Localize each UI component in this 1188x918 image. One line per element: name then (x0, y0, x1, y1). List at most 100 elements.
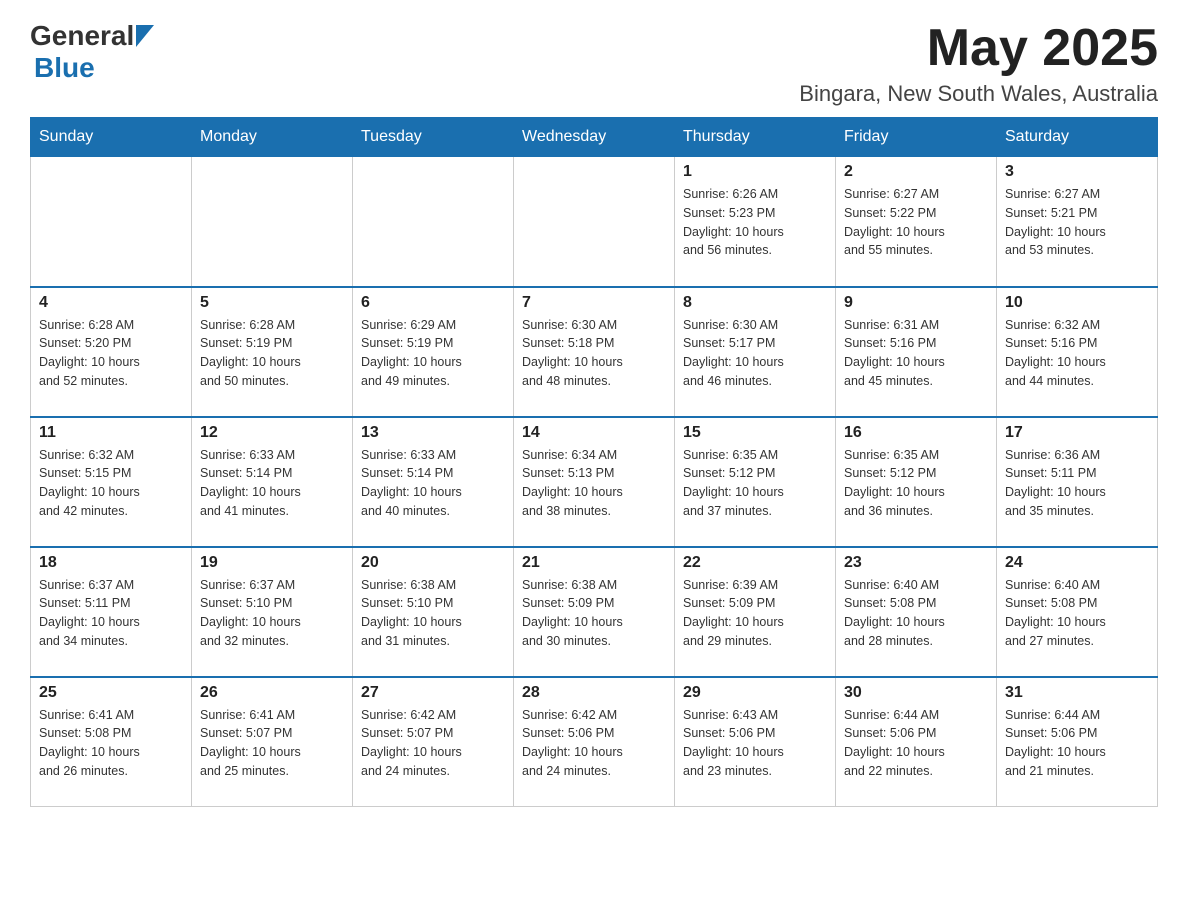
day-info: Sunrise: 6:38 AMSunset: 5:10 PMDaylight:… (361, 576, 505, 651)
day-info: Sunrise: 6:42 AMSunset: 5:06 PMDaylight:… (522, 706, 666, 781)
day-info: Sunrise: 6:36 AMSunset: 5:11 PMDaylight:… (1005, 446, 1149, 521)
calendar-day-cell (514, 157, 675, 287)
calendar-week-row: 4 Sunrise: 6:28 AMSunset: 5:20 PMDaylight… (31, 287, 1158, 417)
calendar-day-header: Tuesday (353, 118, 514, 157)
day-number: 17 (1005, 424, 1149, 442)
calendar-header-row: SundayMondayTuesdayWednesdayThursdayFrid… (31, 118, 1158, 157)
calendar-day-cell: 9 Sunrise: 6:31 AMSunset: 5:16 PMDaylight… (836, 287, 997, 417)
calendar-day-cell: 5 Sunrise: 6:28 AMSunset: 5:19 PMDaylight… (192, 287, 353, 417)
day-info: Sunrise: 6:39 AMSunset: 5:09 PMDaylight:… (683, 576, 827, 651)
day-info: Sunrise: 6:44 AMSunset: 5:06 PMDaylight:… (844, 706, 988, 781)
day-number: 2 (844, 163, 988, 181)
day-number: 9 (844, 294, 988, 312)
day-number: 13 (361, 424, 505, 442)
calendar-day-header: Sunday (31, 118, 192, 157)
day-number: 16 (844, 424, 988, 442)
calendar-day-header: Saturday (997, 118, 1158, 157)
day-info: Sunrise: 6:26 AMSunset: 5:23 PMDaylight:… (683, 185, 827, 260)
calendar-day-cell: 10 Sunrise: 6:32 AMSunset: 5:16 PMDayligh… (997, 287, 1158, 417)
calendar-day-cell: 17 Sunrise: 6:36 AMSunset: 5:11 PMDayligh… (997, 417, 1158, 547)
calendar-day-cell: 7Sunrise: 6:30 AMSunset: 5:18 PMDaylight… (514, 287, 675, 417)
calendar-day-cell: 18 Sunrise: 6:37 AMSunset: 5:11 PMDayligh… (31, 547, 192, 677)
calendar-day-cell: 28 Sunrise: 6:42 AMSunset: 5:06 PMDayligh… (514, 677, 675, 807)
day-number: 14 (522, 424, 666, 442)
day-number: 5 (200, 294, 344, 312)
day-number: 21 (522, 554, 666, 572)
calendar-day-cell (192, 157, 353, 287)
day-info: Sunrise: 6:33 AMSunset: 5:14 PMDaylight:… (361, 446, 505, 521)
calendar-day-cell: 16 Sunrise: 6:35 AMSunset: 5:12 PMDayligh… (836, 417, 997, 547)
day-info: Sunrise: 6:33 AMSunset: 5:14 PMDaylight:… (200, 446, 344, 521)
day-number: 23 (844, 554, 988, 572)
day-number: 8 (683, 294, 827, 312)
calendar-day-cell: 8Sunrise: 6:30 AMSunset: 5:17 PMDaylight… (675, 287, 836, 417)
month-year-title: May 2025 (799, 20, 1158, 77)
calendar-day-cell: 27Sunrise: 6:42 AMSunset: 5:07 PMDayligh… (353, 677, 514, 807)
day-number: 18 (39, 554, 183, 572)
calendar-week-row: 1 Sunrise: 6:26 AMSunset: 5:23 PMDaylight… (31, 157, 1158, 287)
calendar-day-cell: 14 Sunrise: 6:34 AMSunset: 5:13 PMDayligh… (514, 417, 675, 547)
day-number: 1 (683, 163, 827, 181)
day-number: 15 (683, 424, 827, 442)
day-number: 3 (1005, 163, 1149, 181)
calendar-day-cell: 1 Sunrise: 6:26 AMSunset: 5:23 PMDaylight… (675, 157, 836, 287)
day-number: 31 (1005, 684, 1149, 702)
day-info: Sunrise: 6:41 AMSunset: 5:08 PMDaylight:… (39, 706, 183, 781)
logo-blue-text: Blue (34, 52, 95, 83)
logo-general-text: General (30, 20, 134, 52)
calendar-day-cell: 6Sunrise: 6:29 AMSunset: 5:19 PMDaylight… (353, 287, 514, 417)
calendar-week-row: 18 Sunrise: 6:37 AMSunset: 5:11 PMDayligh… (31, 547, 1158, 677)
day-info: Sunrise: 6:44 AMSunset: 5:06 PMDaylight:… (1005, 706, 1149, 781)
day-number: 4 (39, 294, 183, 312)
calendar-day-cell: 24 Sunrise: 6:40 AMSunset: 5:08 PMDayligh… (997, 547, 1158, 677)
calendar-day-cell: 31 Sunrise: 6:44 AMSunset: 5:06 PMDayligh… (997, 677, 1158, 807)
day-info: Sunrise: 6:37 AMSunset: 5:10 PMDaylight:… (200, 576, 344, 651)
day-info: Sunrise: 6:35 AMSunset: 5:12 PMDaylight:… (844, 446, 988, 521)
page-header: General Blue May 2025 Bingara, New South… (30, 20, 1158, 107)
day-number: 30 (844, 684, 988, 702)
day-number: 24 (1005, 554, 1149, 572)
day-number: 22 (683, 554, 827, 572)
day-info: Sunrise: 6:40 AMSunset: 5:08 PMDaylight:… (1005, 576, 1149, 651)
day-info: Sunrise: 6:32 AMSunset: 5:15 PMDaylight:… (39, 446, 183, 521)
calendar-week-row: 11Sunrise: 6:32 AMSunset: 5:15 PMDayligh… (31, 417, 1158, 547)
calendar-day-cell: 30 Sunrise: 6:44 AMSunset: 5:06 PMDayligh… (836, 677, 997, 807)
day-info: Sunrise: 6:28 AMSunset: 5:20 PMDaylight:… (39, 316, 183, 391)
day-number: 25 (39, 684, 183, 702)
calendar-day-cell: 26Sunrise: 6:41 AMSunset: 5:07 PMDayligh… (192, 677, 353, 807)
title-area: May 2025 Bingara, New South Wales, Austr… (799, 20, 1158, 107)
calendar-day-cell: 29 Sunrise: 6:43 AMSunset: 5:06 PMDayligh… (675, 677, 836, 807)
calendar-day-cell: 21 Sunrise: 6:38 AMSunset: 5:09 PMDayligh… (514, 547, 675, 677)
day-info: Sunrise: 6:28 AMSunset: 5:19 PMDaylight:… (200, 316, 344, 391)
calendar-day-header: Monday (192, 118, 353, 157)
day-info: Sunrise: 6:41 AMSunset: 5:07 PMDaylight:… (200, 706, 344, 781)
day-number: 10 (1005, 294, 1149, 312)
calendar-day-cell: 15 Sunrise: 6:35 AMSunset: 5:12 PMDayligh… (675, 417, 836, 547)
day-number: 12 (200, 424, 344, 442)
day-info: Sunrise: 6:38 AMSunset: 5:09 PMDaylight:… (522, 576, 666, 651)
day-number: 27 (361, 684, 505, 702)
day-number: 28 (522, 684, 666, 702)
calendar-table: SundayMondayTuesdayWednesdayThursdayFrid… (30, 117, 1158, 807)
calendar-day-cell: 20Sunrise: 6:38 AMSunset: 5:10 PMDayligh… (353, 547, 514, 677)
calendar-day-cell: 23Sunrise: 6:40 AMSunset: 5:08 PMDayligh… (836, 547, 997, 677)
day-info: Sunrise: 6:27 AMSunset: 5:21 PMDaylight:… (1005, 185, 1149, 260)
location-subtitle: Bingara, New South Wales, Australia (799, 81, 1158, 107)
calendar-day-cell: 4 Sunrise: 6:28 AMSunset: 5:20 PMDaylight… (31, 287, 192, 417)
logo: General Blue (30, 20, 154, 84)
calendar-day-cell: 11Sunrise: 6:32 AMSunset: 5:15 PMDayligh… (31, 417, 192, 547)
day-info: Sunrise: 6:37 AMSunset: 5:11 PMDaylight:… (39, 576, 183, 651)
day-info: Sunrise: 6:35 AMSunset: 5:12 PMDaylight:… (683, 446, 827, 521)
day-info: Sunrise: 6:32 AMSunset: 5:16 PMDaylight:… (1005, 316, 1149, 391)
day-info: Sunrise: 6:34 AMSunset: 5:13 PMDaylight:… (522, 446, 666, 521)
calendar-day-header: Friday (836, 118, 997, 157)
day-info: Sunrise: 6:43 AMSunset: 5:06 PMDaylight:… (683, 706, 827, 781)
day-info: Sunrise: 6:30 AMSunset: 5:18 PMDaylight:… (522, 316, 666, 391)
calendar-day-cell: 3 Sunrise: 6:27 AMSunset: 5:21 PMDaylight… (997, 157, 1158, 287)
calendar-day-cell: 13 Sunrise: 6:33 AMSunset: 5:14 PMDayligh… (353, 417, 514, 547)
day-number: 6 (361, 294, 505, 312)
day-info: Sunrise: 6:31 AMSunset: 5:16 PMDaylight:… (844, 316, 988, 391)
day-number: 29 (683, 684, 827, 702)
calendar-day-header: Wednesday (514, 118, 675, 157)
calendar-day-header: Thursday (675, 118, 836, 157)
